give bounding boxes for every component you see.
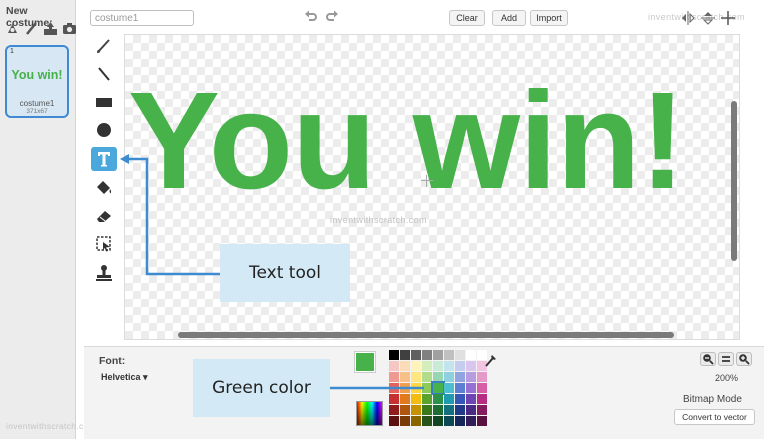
paint-editor: New costume: 1 You win! costume1 371x67 … <box>0 0 764 439</box>
green-color-callout: Green color <box>193 359 330 417</box>
callout-connectors <box>120 154 424 390</box>
text-tool-callout: Text tool <box>220 244 350 302</box>
